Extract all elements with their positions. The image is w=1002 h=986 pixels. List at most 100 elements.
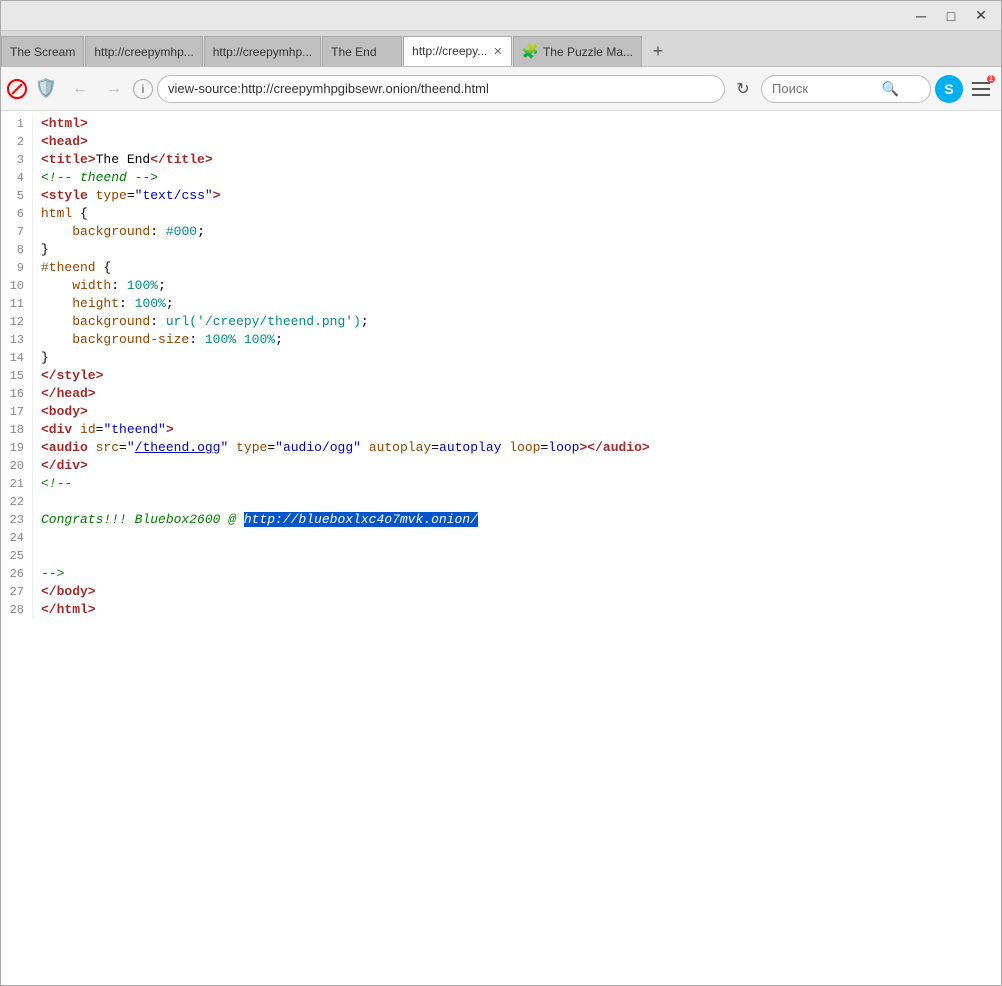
source-line: 20 </div> bbox=[1, 457, 1001, 475]
menu-line bbox=[972, 94, 990, 96]
tab-the-end[interactable]: The End bbox=[322, 36, 402, 66]
address-text: view-source:http://creepymhpgibsewr.onio… bbox=[168, 81, 489, 96]
line-content: <!-- theend --> bbox=[41, 169, 1001, 187]
line-number: 27 bbox=[1, 583, 33, 601]
reload-button[interactable]: ↻ bbox=[729, 75, 757, 103]
info-button[interactable]: i bbox=[133, 79, 153, 99]
tab-close-icon[interactable]: ✕ bbox=[493, 45, 502, 58]
line-content: <!-- bbox=[41, 475, 1001, 493]
source-line: 12 background: url('/creepy/theend.png')… bbox=[1, 313, 1001, 331]
tab-creepy-active[interactable]: http://creepy... ✕ bbox=[403, 36, 511, 66]
source-line: 4 <!-- theend --> bbox=[1, 169, 1001, 187]
line-content: <style type="text/css"> bbox=[41, 187, 1001, 205]
tab-creepy-2[interactable]: http://creepymhp... bbox=[204, 36, 321, 66]
source-line: 21 <!-- bbox=[1, 475, 1001, 493]
line-content: </html> bbox=[41, 601, 1001, 619]
maximize-button[interactable]: □ bbox=[937, 5, 965, 27]
line-content: background-size: 100% 100%; bbox=[41, 331, 1001, 349]
favicon-button[interactable]: 🛡️ bbox=[31, 74, 61, 104]
line-content: <audio src="/theend.ogg" type="audio/ogg… bbox=[41, 439, 1001, 457]
line-number: 9 bbox=[1, 259, 33, 277]
blocked-icon bbox=[7, 79, 27, 99]
line-number: 22 bbox=[1, 493, 33, 511]
line-number: 4 bbox=[1, 169, 33, 187]
tab-label: http://creepy... bbox=[412, 44, 487, 58]
line-content: </head> bbox=[41, 385, 1001, 403]
minimize-button[interactable]: ─ bbox=[907, 5, 935, 27]
line-content: html { bbox=[41, 205, 1001, 223]
tab-puzzle-master[interactable]: 🧩 The Puzzle Ma... bbox=[513, 36, 642, 66]
line-content: <html> bbox=[41, 115, 1001, 133]
line-number: 19 bbox=[1, 439, 33, 457]
new-tab-button[interactable]: + bbox=[643, 36, 673, 66]
source-line: 22 bbox=[1, 493, 1001, 511]
source-line: 28 </html> bbox=[1, 601, 1001, 619]
source-line: 14} bbox=[1, 349, 1001, 367]
line-number: 5 bbox=[1, 187, 33, 205]
source-line: 19 <audio src="/theend.ogg" type="audio/o… bbox=[1, 439, 1001, 457]
skype-button[interactable]: S bbox=[935, 75, 963, 103]
line-number: 24 bbox=[1, 529, 33, 547]
line-content bbox=[41, 529, 1001, 547]
line-number: 15 bbox=[1, 367, 33, 385]
source-line: 1 <html> bbox=[1, 115, 1001, 133]
line-number: 11 bbox=[1, 295, 33, 313]
tab-label: http://creepymhp... bbox=[94, 45, 193, 59]
line-number: 2 bbox=[1, 133, 33, 151]
source-line: 9 #theend { bbox=[1, 259, 1001, 277]
line-number: 14 bbox=[1, 349, 33, 367]
line-content: --> bbox=[41, 565, 1001, 583]
source-line: 27</body> bbox=[1, 583, 1001, 601]
line-number: 17 bbox=[1, 403, 33, 421]
menu-button[interactable]: 1 bbox=[967, 75, 995, 103]
source-viewer[interactable]: 1 <html> 2 <head>3<title>The End</title>4 <!… bbox=[1, 111, 1001, 985]
source-line: 5 <style type="text/css"> bbox=[1, 187, 1001, 205]
line-content bbox=[41, 547, 1001, 565]
menu-line bbox=[972, 88, 990, 90]
tab-creepy-1[interactable]: http://creepymhp... bbox=[85, 36, 202, 66]
source-line: 8} bbox=[1, 241, 1001, 259]
puzzle-icon: 🧩 bbox=[522, 43, 539, 60]
tab-the-scream[interactable]: The Scream bbox=[1, 36, 84, 66]
line-content: #theend { bbox=[41, 259, 1001, 277]
back-button[interactable]: ← bbox=[65, 74, 95, 104]
source-line: 26--> bbox=[1, 565, 1001, 583]
line-number: 7 bbox=[1, 223, 33, 241]
title-bar: ─ □ ✕ bbox=[1, 1, 1001, 31]
line-content: } bbox=[41, 349, 1001, 367]
line-number: 20 bbox=[1, 457, 33, 475]
line-number: 18 bbox=[1, 421, 33, 439]
source-line: 3<title>The End</title> bbox=[1, 151, 1001, 169]
line-content: <head> bbox=[41, 133, 1001, 151]
tab-label: The Puzzle Ma... bbox=[543, 45, 633, 59]
line-content: height: 100%; bbox=[41, 295, 1001, 313]
browser-window: ─ □ ✕ The Scream http://creepymhp... htt… bbox=[0, 0, 1002, 986]
source-line: 2 <head> bbox=[1, 133, 1001, 151]
forward-button[interactable]: → bbox=[99, 74, 129, 104]
source-line: 24 bbox=[1, 529, 1001, 547]
search-area: 🔍 bbox=[761, 75, 931, 103]
line-content: </div> bbox=[41, 457, 1001, 475]
close-button[interactable]: ✕ bbox=[967, 5, 995, 27]
line-number: 21 bbox=[1, 475, 33, 493]
line-number: 23 bbox=[1, 511, 33, 529]
address-bar[interactable]: view-source:http://creepymhpgibsewr.onio… bbox=[157, 75, 725, 103]
tab-label: The End bbox=[331, 45, 376, 59]
line-content bbox=[41, 493, 1001, 511]
line-content: background: url('/creepy/theend.png'); bbox=[41, 313, 1001, 331]
line-content: </style> bbox=[41, 367, 1001, 385]
search-input[interactable] bbox=[761, 75, 931, 103]
content-area: 1 <html> 2 <head>3<title>The End</title>4 <!… bbox=[1, 111, 1001, 985]
line-number: 6 bbox=[1, 205, 33, 223]
source-line: 6 html { bbox=[1, 205, 1001, 223]
line-content: <div id="theend"> bbox=[41, 421, 1001, 439]
toolbar: 🛡️ ← → i view-source:http://creepymhpgib… bbox=[1, 67, 1001, 111]
source-line: 17<body> bbox=[1, 403, 1001, 421]
line-number: 16 bbox=[1, 385, 33, 403]
tab-label: http://creepymhp... bbox=[213, 45, 312, 59]
menu-badge: 1 bbox=[987, 75, 995, 83]
line-number: 28 bbox=[1, 601, 33, 619]
line-number: 12 bbox=[1, 313, 33, 331]
line-number: 1 bbox=[1, 115, 33, 133]
source-line: 18 <div id="theend"> bbox=[1, 421, 1001, 439]
